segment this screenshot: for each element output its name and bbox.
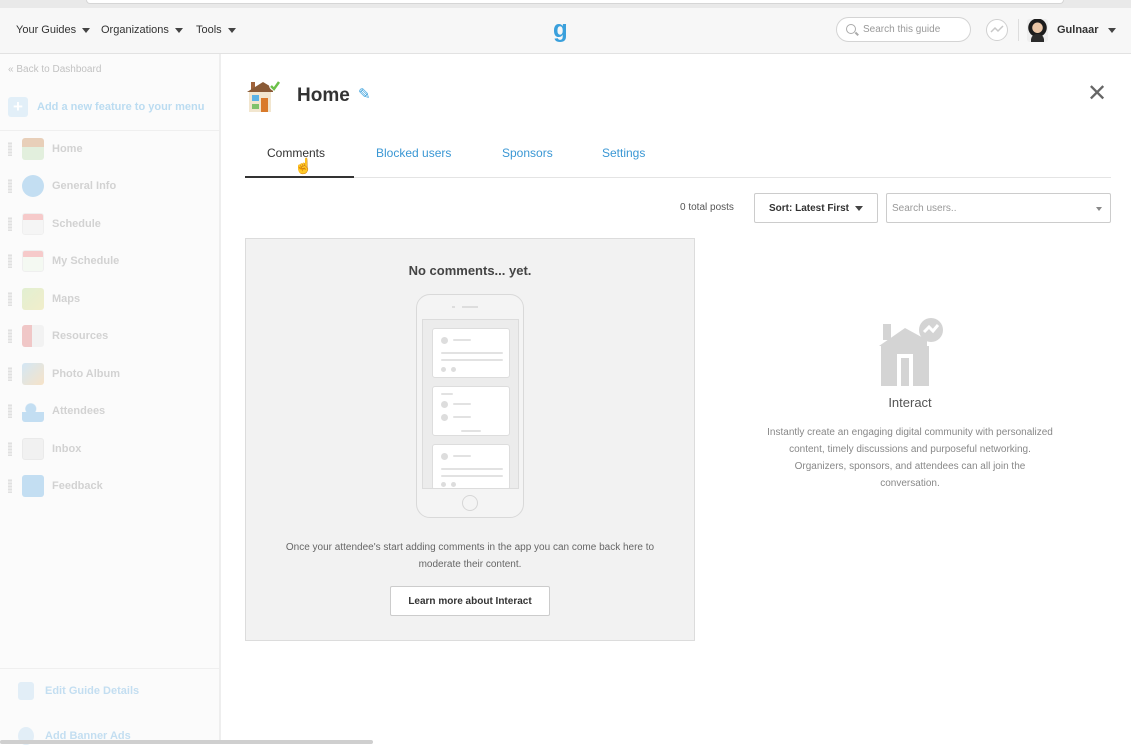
- empty-state-panel: No comments... yet. Once your attendee's…: [245, 238, 695, 641]
- search-placeholder: Search this guide: [863, 24, 941, 35]
- drag-handle-icon[interactable]: [8, 142, 12, 156]
- divider: [0, 130, 219, 131]
- sort-dropdown[interactable]: Sort: Latest First: [754, 193, 878, 223]
- sidebar: « Back to Dashboard + Add a new feature …: [0, 54, 221, 745]
- interact-house-icon: [875, 316, 947, 388]
- menu-organizations[interactable]: Organizations: [101, 24, 183, 36]
- avatar[interactable]: [1027, 19, 1048, 42]
- drag-handle-icon[interactable]: [8, 254, 12, 268]
- sidebar-item-label: Schedule: [52, 218, 101, 230]
- top-navbar: Your Guides Organizations Tools g Search…: [0, 8, 1131, 54]
- sidebar-item-schedule[interactable]: Schedule: [8, 211, 101, 237]
- house-icon: [22, 138, 44, 160]
- tab-blocked-users[interactable]: Blocked users: [376, 146, 451, 160]
- search-icon: [846, 24, 856, 34]
- add-feature-button[interactable]: + Add a new feature to your menu: [8, 97, 204, 117]
- menu-label: Tools: [196, 24, 222, 36]
- sidebar-item-my-schedule[interactable]: My Schedule: [8, 248, 119, 274]
- drag-handle-icon[interactable]: [8, 479, 12, 493]
- sidebar-item-label: Resources: [52, 330, 109, 342]
- sidebar-item-label: Feedback: [52, 480, 103, 492]
- browser-top-strip: [0, 0, 1131, 8]
- hand-cursor-icon: ☝: [294, 158, 313, 175]
- interact-title: Interact: [888, 395, 932, 410]
- empty-state-description: Once your attendee's start adding commen…: [285, 542, 655, 570]
- edit-guide-details-link[interactable]: Edit Guide Details: [18, 682, 139, 700]
- sidebar-item-inbox[interactable]: Inbox: [8, 436, 81, 462]
- sidebar-item-attendees[interactable]: Attendees: [8, 398, 105, 424]
- book-icon: [22, 325, 44, 347]
- drag-handle-icon[interactable]: [8, 404, 12, 418]
- sidebar-item-label: General Info: [52, 180, 117, 192]
- divider: [1018, 19, 1019, 41]
- map-icon: [22, 288, 44, 310]
- drag-handle-icon[interactable]: [8, 292, 12, 306]
- search-users-select[interactable]: Search users..: [886, 193, 1111, 223]
- add-feature-label: Add a new feature to your menu: [37, 101, 205, 113]
- info-icon: [22, 175, 44, 197]
- footer-label: Edit Guide Details: [45, 685, 140, 697]
- sidebar-item-general-info[interactable]: General Info: [8, 173, 116, 199]
- search-users-placeholder: Search users..: [892, 202, 957, 214]
- chat-icon: [22, 475, 44, 497]
- envelope-icon: [22, 438, 44, 460]
- sidebar-item-label: Maps: [52, 293, 81, 305]
- sidebar-item-label: Photo Album: [52, 368, 121, 380]
- sidebar-item-label: My Schedule: [52, 255, 120, 267]
- house-icon: [245, 78, 281, 114]
- sidebar-item-feedback[interactable]: Feedback: [8, 473, 103, 499]
- sidebar-item-photo-album[interactable]: Photo Album: [8, 361, 120, 387]
- drag-handle-icon[interactable]: [8, 442, 12, 456]
- edit-document-icon: [18, 682, 34, 700]
- menu-label: Organizations: [101, 24, 169, 36]
- total-posts-count: 0 total posts: [680, 202, 734, 213]
- caret-down-icon: [82, 27, 91, 33]
- tab-settings[interactable]: Settings: [602, 146, 645, 160]
- sidebar-item-label: Home: [52, 143, 83, 155]
- sidebar-item-resources[interactable]: Resources: [8, 323, 108, 349]
- tab-bar: Comments Blocked users Sponsors Settings: [245, 139, 1111, 178]
- app-logo[interactable]: g: [553, 16, 568, 44]
- empty-state-title: No comments... yet.: [408, 263, 532, 278]
- divider: [0, 668, 219, 669]
- plus-icon: +: [8, 97, 28, 117]
- active-tab-indicator: [245, 176, 354, 178]
- calendar-icon: [22, 213, 44, 235]
- sort-label: Sort: Latest First: [768, 202, 849, 214]
- caret-down-icon: [174, 27, 183, 33]
- user-menu[interactable]: Gulnaar: [1057, 24, 1116, 36]
- page-title: Home: [297, 85, 350, 106]
- pencil-edit-icon[interactable]: ✎: [358, 85, 371, 103]
- people-icon: [22, 400, 44, 422]
- caret-down-icon: [1096, 207, 1102, 211]
- menu-label: Your Guides: [16, 24, 77, 36]
- drag-handle-icon[interactable]: [8, 367, 12, 381]
- caret-down-icon: [855, 205, 863, 211]
- activity-icon[interactable]: [986, 19, 1008, 41]
- phone-illustration-icon: [416, 294, 524, 518]
- close-icon[interactable]: ✕: [1087, 82, 1107, 106]
- sidebar-item-label: Attendees: [52, 405, 106, 417]
- horizontal-scrollbar[interactable]: [0, 740, 373, 744]
- sidebar-item-home[interactable]: Home: [8, 136, 83, 162]
- user-name: Gulnaar: [1057, 24, 1099, 36]
- sidebar-item-label: Inbox: [52, 443, 82, 455]
- tab-sponsors[interactable]: Sponsors: [502, 146, 553, 160]
- back-to-dashboard-link[interactable]: « Back to Dashboard: [8, 64, 101, 75]
- calendar-check-icon: [22, 250, 44, 272]
- menu-your-guides[interactable]: Your Guides: [16, 24, 91, 36]
- interact-description: Instantly create an engaging digital com…: [767, 427, 1053, 489]
- drag-handle-icon[interactable]: [8, 179, 12, 193]
- drag-handle-icon[interactable]: [8, 217, 12, 231]
- guide-search-input[interactable]: Search this guide: [836, 17, 971, 42]
- learn-more-button[interactable]: Learn more about Interact: [390, 586, 550, 616]
- menu-tools[interactable]: Tools: [196, 24, 236, 36]
- caret-down-icon: [227, 27, 236, 33]
- caret-down-icon: [1107, 27, 1116, 33]
- photo-icon: [22, 363, 44, 385]
- drag-handle-icon[interactable]: [8, 329, 12, 343]
- sidebar-item-maps[interactable]: Maps: [8, 286, 80, 312]
